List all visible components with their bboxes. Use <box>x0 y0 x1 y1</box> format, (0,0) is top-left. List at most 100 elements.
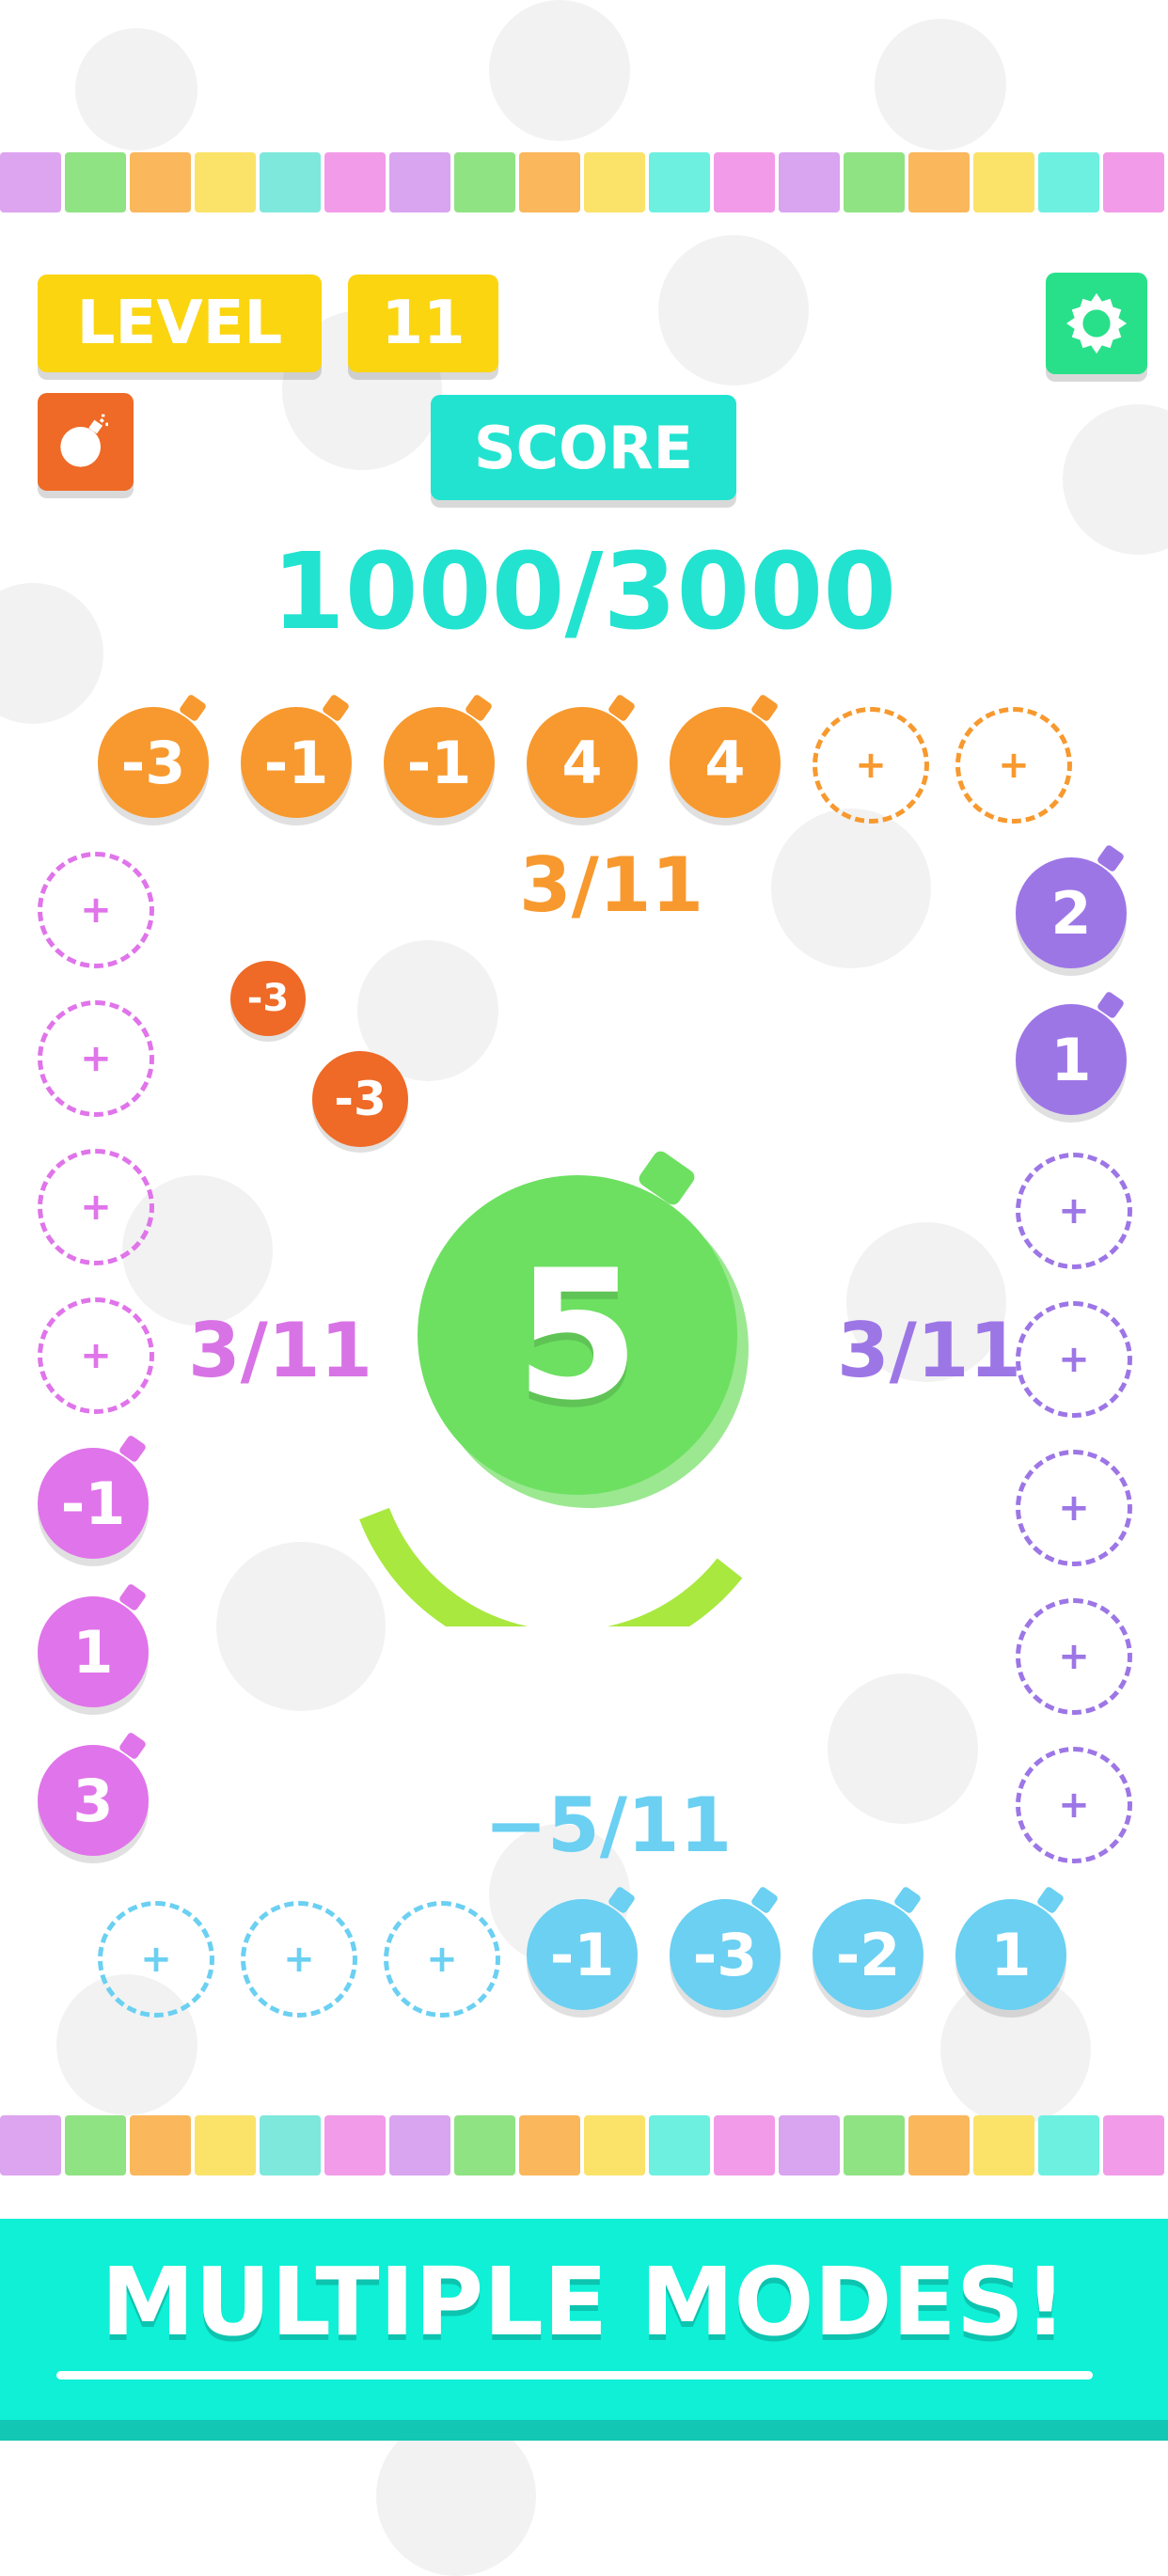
right-empty-slot[interactable]: + <box>1016 1598 1132 1715</box>
stripe-tile <box>1038 2115 1099 2175</box>
stripe-tile <box>0 152 61 212</box>
bomb-value: -2 <box>835 1920 901 1989</box>
score-value: 1000/3000 <box>271 531 897 653</box>
stripe-tile <box>779 152 840 212</box>
stripe-tile <box>519 2115 580 2175</box>
flying-bomb: -3 <box>312 1051 408 1147</box>
bomb-value: 2 <box>1050 878 1092 948</box>
top-empty-slot[interactable]: + <box>813 707 929 824</box>
top-bomb[interactable]: -1 <box>384 707 495 818</box>
bomb-value: -3 <box>692 1920 758 1989</box>
bomb-powerup-button[interactable] <box>38 393 134 491</box>
background-bomb <box>771 809 931 968</box>
center-bomb[interactable]: 5 <box>418 1148 737 1495</box>
plus-icon: + <box>998 744 1030 787</box>
stripe-tile <box>324 2115 386 2175</box>
right-ratio: 3/11 <box>837 1307 1022 1394</box>
stripe-tile <box>908 152 970 212</box>
left-bomb[interactable]: 3 <box>38 1745 149 1856</box>
bomb-value: 1 <box>990 1920 1032 1989</box>
plus-icon: + <box>1058 1486 1090 1530</box>
bottom-bomb[interactable]: 1 <box>955 1899 1066 2010</box>
bomb-value: -3 <box>120 728 186 797</box>
top-bomb[interactable]: -1 <box>241 707 352 818</box>
gear-icon <box>1065 292 1128 354</box>
top-bomb[interactable]: 4 <box>527 707 638 818</box>
stripe-tile <box>714 152 775 212</box>
bomb-value: 4 <box>561 728 603 797</box>
top-bomb[interactable]: 4 <box>670 707 781 818</box>
stripe-tile <box>389 2115 450 2175</box>
left-empty-slot[interactable]: + <box>38 852 154 968</box>
left-empty-slot[interactable]: + <box>38 1000 154 1117</box>
score-label: SCORE <box>474 413 693 482</box>
right-bomb[interactable]: 1 <box>1016 1004 1127 1115</box>
stripe-tile <box>260 2115 321 2175</box>
background-bomb <box>658 235 809 385</box>
bomb-value: 1 <box>1050 1025 1092 1094</box>
stripe-tile <box>65 152 126 212</box>
stripe-tile <box>649 2115 710 2175</box>
left-empty-slot[interactable]: + <box>38 1297 154 1414</box>
stripe-tile <box>584 152 645 212</box>
bottom-empty-slot[interactable]: + <box>384 1901 500 2018</box>
promo-banner-underline <box>56 2371 1093 2380</box>
left-empty-slot[interactable]: + <box>38 1149 154 1265</box>
top-bomb[interactable]: -3 <box>98 707 209 818</box>
plus-icon: + <box>80 1334 112 1377</box>
bomb-value: 4 <box>704 728 746 797</box>
left-bomb[interactable]: 1 <box>38 1596 149 1707</box>
stripe-tile <box>324 152 386 212</box>
stripe-tile <box>0 2115 61 2175</box>
flying-bomb: -3 <box>230 961 306 1036</box>
background-bomb <box>828 1673 978 1824</box>
top-empty-slot[interactable]: + <box>955 707 1072 824</box>
center-bomb-value: 5 <box>514 1231 640 1439</box>
stripe-tile <box>584 2115 645 2175</box>
bomb-value: 3 <box>72 1766 114 1835</box>
stripe-tile <box>1103 152 1164 212</box>
top-ratio: 3/11 <box>519 841 704 929</box>
stripe-tile <box>714 2115 775 2175</box>
settings-button[interactable] <box>1046 273 1147 374</box>
promo-banner-text: MULTIPLE MODES! <box>101 2247 1067 2357</box>
left-bomb[interactable]: -1 <box>38 1448 149 1559</box>
bomb-value: -1 <box>406 728 472 797</box>
plus-icon: + <box>1058 1635 1090 1678</box>
level-value: 11 <box>381 289 466 358</box>
stripe-tile <box>130 152 191 212</box>
stripe-tile <box>844 152 905 212</box>
background-bomb <box>489 0 630 141</box>
level-value-box: 11 <box>348 275 498 372</box>
plus-icon: + <box>855 744 887 787</box>
right-empty-slot[interactable]: + <box>1016 1153 1132 1269</box>
plus-icon: + <box>140 1938 172 1981</box>
bottom-bomb[interactable]: -1 <box>527 1899 638 2010</box>
right-empty-slot[interactable]: + <box>1016 1301 1132 1418</box>
stripe-tile <box>779 2115 840 2175</box>
right-empty-slot[interactable]: + <box>1016 1747 1132 1863</box>
stripe-tile <box>1038 152 1099 212</box>
stripe-tile <box>260 152 321 212</box>
right-bomb[interactable]: 2 <box>1016 857 1127 968</box>
plus-icon: + <box>1058 1338 1090 1381</box>
stripe-tile <box>454 152 515 212</box>
stripe-tile <box>195 152 256 212</box>
right-empty-slot[interactable]: + <box>1016 1450 1132 1566</box>
background-bomb <box>875 19 1006 150</box>
stripe-tile <box>1103 2115 1164 2175</box>
bottom-bomb[interactable]: -2 <box>813 1899 923 2010</box>
bottom-ratio: −5/11 <box>484 1782 733 1869</box>
left-ratio: 3/11 <box>188 1307 373 1394</box>
stripe-tile <box>454 2115 515 2175</box>
plus-icon: + <box>80 1186 112 1229</box>
plus-icon: + <box>1058 1189 1090 1233</box>
bottom-empty-slot[interactable]: + <box>98 1901 214 2018</box>
stripe-tile <box>649 152 710 212</box>
bottom-empty-slot[interactable]: + <box>241 1901 357 2018</box>
bomb-value: -3 <box>246 977 290 1020</box>
bomb-value: -1 <box>549 1920 615 1989</box>
bottom-bomb[interactable]: -3 <box>670 1899 781 2010</box>
score-label-box: SCORE <box>431 395 736 500</box>
promo-banner: MULTIPLE MODES! <box>0 2219 1168 2441</box>
